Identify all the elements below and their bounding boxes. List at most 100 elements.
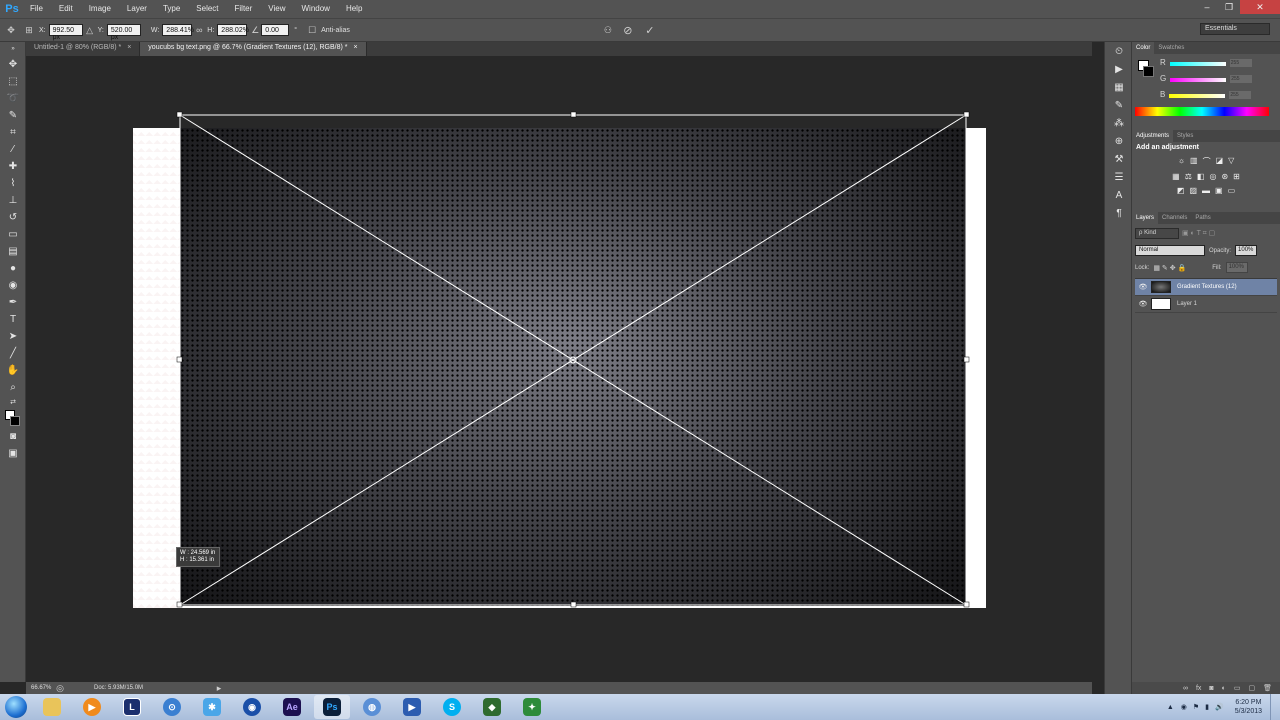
- lock-icons[interactable]: ▦ ✎ ✥ 🔒: [1153, 264, 1186, 272]
- tray-arrow-icon[interactable]: ▲: [1167, 704, 1174, 711]
- tab-layers[interactable]: Layers: [1132, 212, 1159, 224]
- taskbar-photoshop[interactable]: Ps: [314, 695, 350, 719]
- taskbar-app-green[interactable]: ◆: [474, 695, 510, 719]
- hue-saturation-icon[interactable]: ▦: [1172, 172, 1180, 181]
- layer-style-icon[interactable]: fx: [1196, 685, 1201, 692]
- tab-paths[interactable]: Paths: [1191, 212, 1214, 224]
- link-layers-icon[interactable]: ∞: [1183, 685, 1188, 692]
- exposure-icon[interactable]: ◪: [1216, 156, 1224, 167]
- channel-r-slider[interactable]: [1169, 61, 1226, 66]
- invert-icon[interactable]: ◩: [1177, 186, 1185, 195]
- channel-g-slider[interactable]: [1170, 77, 1227, 82]
- character-panel-icon[interactable]: A: [1105, 186, 1133, 204]
- tray-app-icon[interactable]: ◉: [1181, 703, 1187, 711]
- taskbar-app-multi[interactable]: ✦: [514, 695, 550, 719]
- visibility-eye-icon[interactable]: 👁: [1135, 300, 1151, 308]
- taskbar-browser[interactable]: ⊙: [154, 695, 190, 719]
- layer-comps-icon[interactable]: ☰: [1105, 168, 1133, 186]
- layer-row[interactable]: 👁 Gradient Textures (12): [1135, 279, 1277, 296]
- color-lookup-icon[interactable]: ⊞: [1233, 172, 1240, 181]
- layer-row[interactable]: 👁 Layer 1: [1135, 296, 1277, 313]
- status-menu-arrow-icon[interactable]: ▸: [214, 683, 224, 694]
- transform-handle-right[interactable]: [963, 356, 970, 363]
- threshold-icon[interactable]: ▬: [1202, 186, 1210, 195]
- channel-mixer-icon[interactable]: ⊛: [1221, 172, 1228, 181]
- new-layer-icon[interactable]: ▢: [1248, 684, 1255, 692]
- transform-handle-top-left[interactable]: [176, 111, 183, 118]
- new-adjustment-icon[interactable]: ◐: [1222, 685, 1226, 692]
- gradient-map-icon[interactable]: ▭: [1228, 186, 1236, 195]
- color-balance-icon[interactable]: ⚖: [1185, 172, 1192, 181]
- posterize-icon[interactable]: ▨: [1189, 186, 1197, 195]
- taskbar-media-player[interactable]: ▶: [74, 695, 110, 719]
- tray-volume-icon[interactable]: 🔊: [1215, 703, 1224, 711]
- transform-handle-left[interactable]: [176, 356, 183, 363]
- channel-g: G 255: [1160, 74, 1253, 83]
- snowflake-icon: ✱: [203, 698, 221, 716]
- visibility-eye-icon[interactable]: 👁: [1135, 283, 1151, 291]
- taskbar-skype[interactable]: S: [434, 695, 470, 719]
- taskbar-video[interactable]: ▶: [394, 695, 430, 719]
- channel-b-label: B: [1160, 90, 1166, 99]
- tab-styles[interactable]: Styles: [1173, 130, 1197, 142]
- tray-flag-icon[interactable]: ⚑: [1193, 703, 1199, 711]
- tab-swatches[interactable]: Swatches: [1154, 42, 1188, 54]
- photo-filter-icon[interactable]: ◎: [1209, 172, 1216, 181]
- media-player-icon: ▶: [83, 698, 101, 716]
- channel-b-value[interactable]: 255: [1229, 90, 1252, 99]
- taskbar-explorer[interactable]: [34, 695, 70, 719]
- delete-layer-icon[interactable]: 🗑: [1263, 684, 1272, 692]
- blend-mode-select[interactable]: Normal: [1135, 245, 1205, 256]
- color-spectrum-ramp[interactable]: [1135, 107, 1269, 116]
- video-player-icon: ▶: [403, 698, 421, 716]
- taskbar-globe[interactable]: ◍: [354, 695, 390, 719]
- taskbar-chrome[interactable]: ◉: [234, 695, 270, 719]
- taskbar-app-l[interactable]: L: [114, 695, 150, 719]
- layer-mask-icon[interactable]: ◙: [1209, 685, 1213, 692]
- layer-filter-kind[interactable]: ρ Kind: [1135, 228, 1179, 239]
- filter-pixel-icon[interactable]: ▣ ◐ T ⌗ ▢: [1182, 229, 1215, 238]
- properties-panel-icon[interactable]: ▦: [1105, 78, 1133, 96]
- levels-icon[interactable]: ▥: [1190, 156, 1198, 167]
- tab-channels[interactable]: Channels: [1158, 212, 1191, 224]
- transform-handle-bottom[interactable]: [570, 601, 577, 608]
- channel-g-value[interactable]: 255: [1230, 74, 1253, 83]
- free-transform-box[interactable]: [0, 0, 1280, 720]
- readout-width: W : 24.569 in: [180, 550, 216, 556]
- actions-panel-icon[interactable]: ▶: [1105, 60, 1133, 78]
- vibrance-icon[interactable]: ▽: [1228, 156, 1234, 167]
- taskbar-app-snow[interactable]: ✱: [194, 695, 230, 719]
- curves-icon[interactable]: ⌒: [1203, 156, 1211, 167]
- layer-name[interactable]: Gradient Textures (12): [1177, 284, 1237, 290]
- channel-r-value[interactable]: 255: [1229, 58, 1252, 67]
- brush-presets-icon[interactable]: ⁂: [1105, 114, 1133, 132]
- tool-presets-icon[interactable]: ⚒: [1105, 150, 1133, 168]
- transform-handle-top[interactable]: [570, 111, 577, 118]
- paragraph-panel-icon[interactable]: ¶: [1105, 204, 1133, 222]
- new-group-icon[interactable]: ▭: [1234, 684, 1241, 692]
- transform-handle-bottom-right[interactable]: [963, 601, 970, 608]
- history-panel-icon[interactable]: ⏲: [1105, 42, 1133, 60]
- black-white-icon[interactable]: ◧: [1197, 172, 1205, 181]
- opacity-field[interactable]: 100%: [1235, 245, 1258, 256]
- tab-adjustments[interactable]: Adjustments: [1132, 130, 1174, 142]
- transform-handle-bottom-left[interactable]: [176, 601, 183, 608]
- adjustments-panel: Add an adjustment ☼ ▥ ⌒ ◪ ▽ ▦ ⚖ ◧ ◎ ⊛ ⊞ …: [1132, 142, 1280, 212]
- zoom-level[interactable]: 66.67%: [26, 685, 54, 691]
- background-color-swatch[interactable]: [1143, 66, 1154, 77]
- start-button[interactable]: [0, 694, 32, 720]
- tray-network-icon[interactable]: ▮: [1205, 703, 1209, 711]
- status-bar: 66.67% ◎ Doc: 5.93M/15.0M ▸: [26, 682, 1092, 694]
- channel-b-slider[interactable]: [1169, 93, 1226, 98]
- show-desktop-button[interactable]: [1270, 694, 1280, 720]
- tab-color[interactable]: Color: [1132, 42, 1155, 54]
- fill-field[interactable]: 100%: [1225, 262, 1248, 273]
- brightness-contrast-icon[interactable]: ☼: [1178, 156, 1185, 167]
- selective-color-icon[interactable]: ▣: [1215, 186, 1223, 195]
- brush-panel-icon[interactable]: ✎: [1105, 96, 1133, 114]
- clone-source-icon[interactable]: ⊕: [1105, 132, 1133, 150]
- clock[interactable]: 6:20 PM 5/3/2013: [1235, 698, 1262, 716]
- taskbar-after-effects[interactable]: Ae: [274, 695, 310, 719]
- transform-handle-top-right[interactable]: [963, 111, 970, 118]
- layer-name[interactable]: Layer 1: [1177, 301, 1197, 307]
